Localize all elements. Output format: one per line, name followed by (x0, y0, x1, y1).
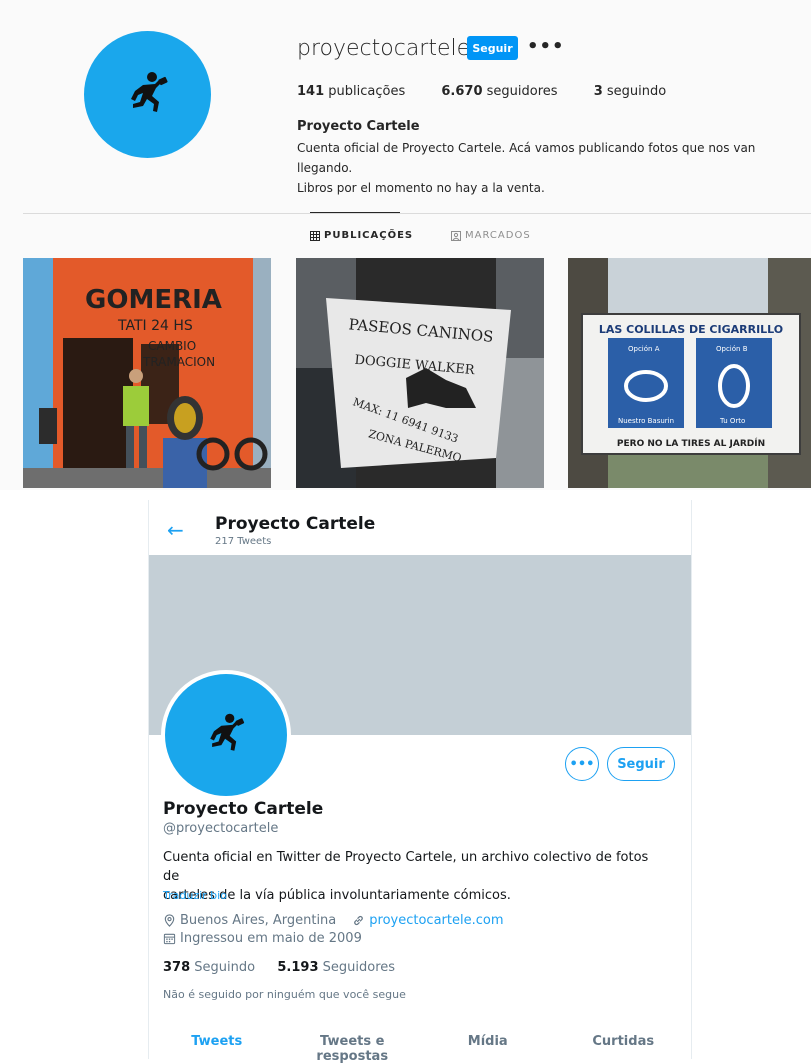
joined-meta: Ingressou em maio de 2009 (163, 931, 362, 946)
twitter-profile: ← Proyecto Cartele 217 Tweets ••• Seguir… (148, 500, 692, 1064)
location-text: Buenos Aires, Argentina (180, 913, 337, 928)
followers-label: Seguidores (322, 960, 396, 975)
profile-name: Proyecto Cartele (163, 799, 324, 819)
tab-posts[interactable]: PUBLICAÇÕES (310, 230, 413, 241)
option-b-label: Opción B (716, 345, 748, 353)
follow-counts: 378 Seguindo 5.193 Seguidores (163, 960, 395, 975)
following-label: seguindo (606, 84, 667, 99)
profile-stats: 141 publicações 6.670 seguidores 3 segui… (297, 84, 698, 99)
bio-line: Cuenta oficial de Proyecto Cartele. Acá … (297, 141, 756, 175)
following-stat[interactable]: 378 Seguindo (163, 960, 255, 975)
posts-label: publicações (328, 84, 406, 99)
calendar-icon (163, 933, 176, 945)
colillas-sign-photo: LAS COLILLAS DE CIGARRILLO Opción A Opci… (568, 258, 811, 488)
tag-icon (451, 230, 461, 241)
running-man-icon (210, 713, 245, 751)
header-name: Proyecto Cartele (215, 514, 376, 534)
sign-text: CAMBIO (148, 339, 196, 353)
link-icon (354, 915, 364, 926)
more-options-button[interactable]: ••• (565, 747, 599, 781)
follow-button[interactable]: Seguir (607, 747, 675, 781)
bio-line: carteles de la vía pública involuntariam… (163, 888, 511, 903)
post-thumbnail[interactable]: LAS COLILLAS DE CIGARRILLO Opción A Opci… (568, 258, 811, 488)
grid-icon (310, 230, 320, 241)
following-count: 378 (163, 960, 191, 975)
post-thumbnail[interactable]: PASEOS CANINOS DOGGIE WALKER MAX: 11 694… (296, 258, 544, 488)
tab-posts-label: PUBLICAÇÕES (324, 230, 414, 241)
option-a-label: Opción A (628, 345, 660, 353)
sign-text: PERO NO LA TIRES AL JARDÍN (617, 437, 765, 449)
back-arrow-icon[interactable]: ← (167, 518, 184, 542)
followers-stat[interactable]: 6.670 seguidores (441, 84, 557, 99)
profile-meta: Buenos Aires, Argentina proyectocartele.… (163, 913, 504, 928)
followers-count: 5.193 (277, 960, 319, 975)
tab-tweets-replies[interactable]: Tweets e respostas (285, 1025, 421, 1064)
not-followed-notice: Não é seguido por ninguém que você segue (163, 988, 406, 1001)
profile-full-name: Proyecto Cartele (297, 119, 420, 134)
followers-label: seguidores (486, 84, 558, 99)
profile-avatar[interactable] (161, 670, 291, 800)
followers-stat[interactable]: 5.193 Seguidores (277, 960, 395, 975)
joined-text: Ingressou em maio de 2009 (180, 931, 362, 946)
sign-text: LAS COLILLAS DE CIGARRILLO (599, 323, 783, 336)
sign-text: TATI 24 HS (117, 318, 193, 334)
profile-bio: Cuenta oficial en Twitter de Proyecto Ca… (163, 848, 663, 905)
tab-media[interactable]: Mídia (420, 1025, 556, 1059)
location-pin-icon (164, 914, 175, 927)
posts-stat[interactable]: 141 publicações (297, 84, 405, 99)
option-a-caption: Nuestro Basurin (618, 417, 674, 425)
more-options-icon[interactable]: ••• (527, 36, 565, 57)
profile-avatar[interactable] (84, 31, 211, 158)
paseos-caninos-photo: PASEOS CANINOS DOGGIE WALKER MAX: 11 694… (296, 258, 544, 488)
header-tweet-count: 217 Tweets (215, 536, 272, 547)
option-b-caption: Tu Orto (719, 417, 745, 425)
post-thumbnail[interactable]: GOMERIA TATI 24 HS CAMBIO TRAMACION (23, 258, 271, 488)
website-link[interactable]: proyectocartele.com (369, 913, 503, 928)
running-man-icon (130, 71, 168, 112)
following-stat[interactable]: 3 seguindo (594, 84, 667, 99)
instagram-profile: proyectocartele Seguir ••• 141 publicaçõ… (0, 0, 811, 490)
translate-bio-link[interactable]: Traduzir bio (163, 889, 227, 902)
gomeria-photo: GOMERIA TATI 24 HS CAMBIO TRAMACION (23, 258, 271, 488)
follow-button[interactable]: Seguir (467, 36, 518, 60)
following-label: Seguindo (194, 960, 256, 975)
active-tab-indicator (310, 212, 400, 213)
bio-line: Libros por el momento no hay a la venta. (297, 181, 545, 195)
tab-tagged[interactable]: MARCADOS (451, 230, 531, 241)
profile-username: proyectocartele (297, 36, 471, 61)
sign-text: TRAMACION (142, 355, 215, 369)
tab-likes[interactable]: Curtidas (556, 1025, 692, 1059)
tab-tweets[interactable]: Tweets (149, 1025, 285, 1059)
following-count: 3 (593, 84, 603, 99)
profile-bio: Cuenta oficial de Proyecto Cartele. Acá … (297, 138, 802, 198)
followers-count: 6.670 (441, 84, 483, 99)
bio-line: Cuenta oficial en Twitter de Proyecto Ca… (163, 850, 649, 884)
posts-count: 141 (297, 84, 325, 99)
tabs-divider (23, 213, 811, 214)
tab-tagged-label: MARCADOS (465, 230, 531, 241)
profile-tabs: Tweets Tweets e respostas Mídia Curtidas (149, 1025, 692, 1064)
profile-handle: @proyectocartele (163, 821, 279, 836)
sign-text: GOMERIA (85, 285, 222, 315)
